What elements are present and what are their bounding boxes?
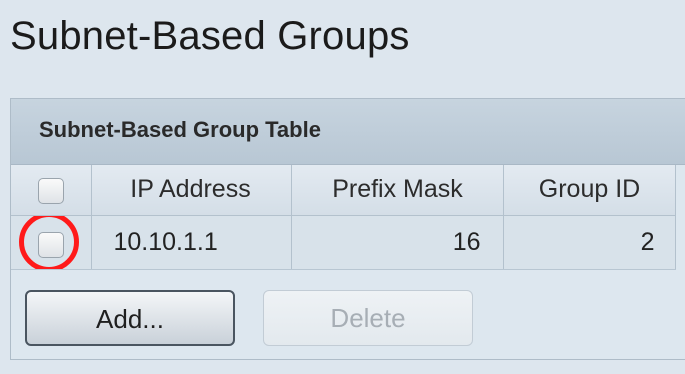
table-action-bar: Add... Delete xyxy=(11,270,685,350)
subnet-group-table: IP Address Prefix Mask Group ID 10.10.1.… xyxy=(11,165,676,270)
header-select-all-cell xyxy=(11,165,92,216)
table-row[interactable]: 10.10.1.1 16 2 xyxy=(11,215,676,270)
page-title: Subnet-Based Groups xyxy=(10,14,410,58)
table-caption: Subnet-Based Group Table xyxy=(11,99,685,165)
cell-ip-address: 10.10.1.1 xyxy=(91,215,292,270)
column-header-ip-address[interactable]: IP Address xyxy=(91,165,292,216)
cell-group-id: 2 xyxy=(503,215,676,270)
select-all-checkbox[interactable] xyxy=(37,177,64,204)
highlight-circle-annotation xyxy=(18,215,79,268)
column-header-group-id[interactable]: Group ID xyxy=(503,165,676,216)
cell-prefix-mask: 16 xyxy=(291,215,504,270)
row-checkbox-wrapper xyxy=(18,215,79,268)
row-select-cell xyxy=(11,215,92,270)
add-button[interactable]: Add... xyxy=(25,290,235,346)
table-header-row: IP Address Prefix Mask Group ID xyxy=(11,165,676,216)
delete-button[interactable]: Delete xyxy=(263,290,473,346)
column-header-prefix-mask[interactable]: Prefix Mask xyxy=(291,165,504,216)
subnet-group-table-panel: Subnet-Based Group Table IP Address Pref… xyxy=(10,98,685,360)
